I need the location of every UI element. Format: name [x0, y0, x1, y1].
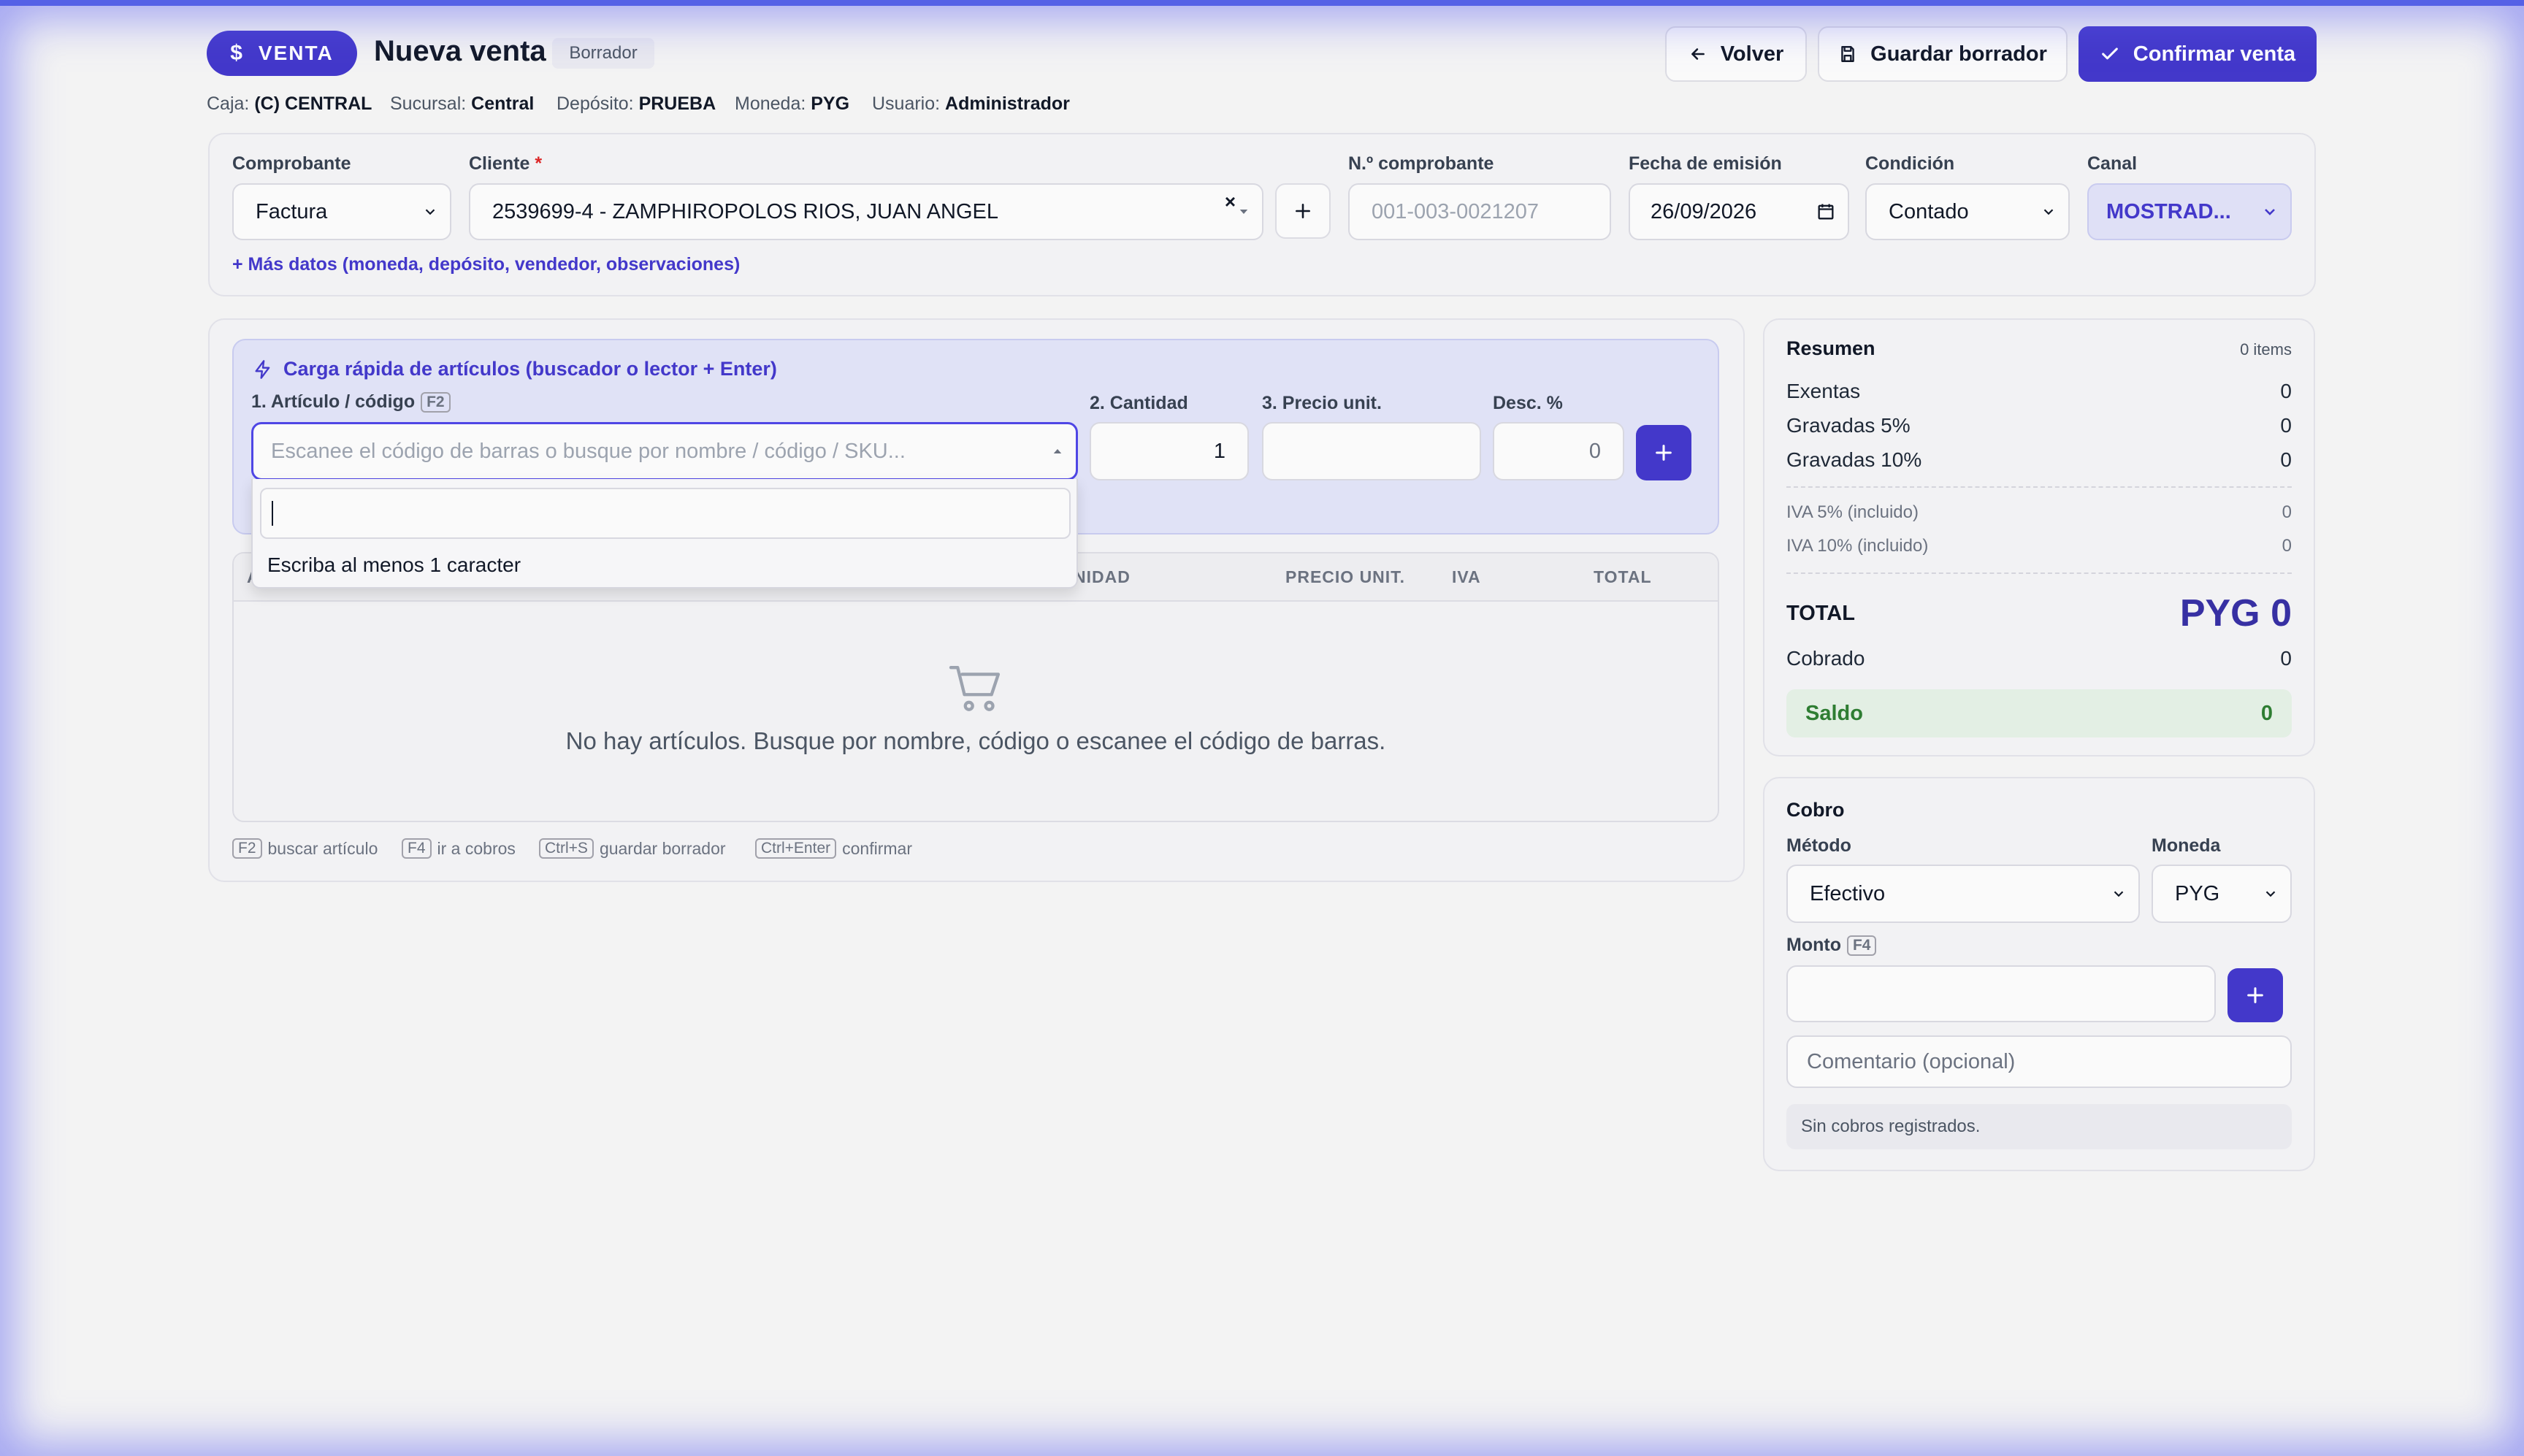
- meta-moneda: Moneda: PYG: [735, 93, 850, 114]
- chevron-down-icon: [2114, 891, 2124, 897]
- chevron-down-icon: [2265, 209, 2275, 215]
- chevron-down-icon: [2265, 891, 2276, 897]
- meta-deposito: Depósito: PRUEBA: [557, 93, 716, 114]
- monto-input[interactable]: [1786, 965, 2216, 1022]
- lightning-icon: [255, 359, 270, 379]
- check-icon: [2101, 47, 2118, 60]
- cantidad-label: 2. Cantidad: [1090, 393, 1188, 413]
- meta-caja: Caja: (C) CENTRAL: [207, 93, 372, 114]
- clear-icon[interactable]: ×: [1225, 191, 1236, 213]
- back-button[interactable]: Volver: [1665, 26, 1807, 82]
- summary-row-exentas: Exentas 0: [1786, 380, 2292, 402]
- precio-input[interactable]: [1262, 422, 1481, 480]
- kbd-f4: F4: [1846, 935, 1877, 956]
- canal-select[interactable]: MOSTRAD...: [2087, 183, 2292, 240]
- saldo-label: Saldo: [1805, 701, 1863, 725]
- back-label: Volver: [1720, 42, 1784, 66]
- more-data-link[interactable]: + Más datos (moneda, depósito, vendedor,…: [232, 254, 740, 275]
- article-dropdown-search-input[interactable]: [260, 488, 1071, 539]
- moneda-label: Moneda: [2152, 835, 2221, 856]
- th-cantidad: NIDAD: [1074, 567, 1131, 586]
- confirm-sale-label: Confirmar venta: [2133, 42, 2296, 66]
- summary-total-row: TOTAL PYG 0: [1786, 591, 2292, 635]
- payment-title: Cobro: [1786, 799, 1845, 821]
- quick-load-title: Carga rápida de artículos (buscador o le…: [253, 358, 777, 380]
- monto-label: Monto F4: [1786, 935, 1877, 956]
- summary-row-iva10: IVA 10% (incluido) 0: [1786, 536, 2292, 556]
- comprobante-select[interactable]: Factura: [232, 183, 451, 240]
- add-article-button[interactable]: [1636, 425, 1691, 480]
- summary-divider: [1786, 572, 2292, 574]
- fecha-label: Fecha de emisión: [1629, 153, 1782, 174]
- dropdown-message: Escriba al menos 1 caracter: [267, 553, 521, 576]
- caret-up-icon: [1053, 449, 1062, 453]
- summary-divider: [1786, 486, 2292, 488]
- cart-icon: [949, 666, 1001, 711]
- comprobante-label: Comprobante: [232, 153, 351, 174]
- sale-type-label: VENTA: [258, 42, 334, 64]
- dollar-icon: $: [230, 41, 244, 65]
- plus-icon: [2247, 987, 2263, 1003]
- articulo-label: 1. Artículo / código F2: [251, 391, 451, 413]
- cantidad-input[interactable]: 1: [1090, 422, 1249, 480]
- th-iva: IVA: [1452, 567, 1481, 586]
- shortcut-ctrl-s: Ctrl+S guardar borrador: [539, 838, 726, 859]
- total-value: PYG 0: [2179, 592, 2292, 635]
- add-client-button[interactable]: [1275, 183, 1331, 239]
- precio-label: 3. Precio unit.: [1262, 393, 1382, 413]
- add-payment-button[interactable]: [2227, 968, 2283, 1022]
- summary-row-gravadas10: Gravadas 10% 0: [1786, 448, 2292, 471]
- metodo-select[interactable]: Efectivo: [1786, 865, 2140, 923]
- chevron-down-icon: [425, 209, 435, 215]
- fecha-input[interactable]: 26/09/2026: [1629, 183, 1849, 240]
- calendar-icon[interactable]: [1816, 202, 1836, 222]
- no-payments-message: Sin cobros registrados.: [1786, 1104, 2292, 1149]
- kbd-f2: F2: [421, 391, 451, 413]
- shortcut-f4: F4 ir a cobros: [402, 838, 516, 859]
- th-total: TOTAL: [1594, 567, 1652, 586]
- desc-input[interactable]: 0: [1493, 422, 1624, 480]
- summary-row-cobrado: Cobrado 0: [1786, 647, 2292, 670]
- shortcut-ctrl-enter: Ctrl+Enter confirmar: [755, 838, 912, 859]
- summary-row-iva5: IVA 5% (incluido) 0: [1786, 502, 2292, 522]
- save-draft-label: Guardar borrador: [1870, 42, 2047, 66]
- condicion-label: Condición: [1865, 153, 1955, 174]
- sale-type-badge: $ VENTA: [207, 31, 357, 76]
- plus-icon: [1296, 204, 1310, 218]
- meta-sucursal: Sucursal: Central: [390, 93, 535, 114]
- cliente-select[interactable]: 2539699-4 - ZAMPHIROPOLOS RIOS, JUAN ANG…: [469, 183, 1263, 240]
- save-draft-button[interactable]: Guardar borrador: [1818, 26, 2068, 82]
- metodo-label: Método: [1786, 835, 1851, 856]
- comment-input[interactable]: Comentario (opcional): [1786, 1035, 2292, 1088]
- summary-items-count: 0 items: [2240, 340, 2292, 359]
- meta-usuario: Usuario: Administrador: [872, 93, 1070, 114]
- saldo-value: 0: [2260, 701, 2273, 725]
- nro-comprobante-label: N.º comprobante: [1348, 153, 1494, 174]
- desc-label: Desc. %: [1493, 393, 1563, 413]
- nro-comprobante-input[interactable]: 001-003-0021207: [1348, 183, 1611, 240]
- condicion-select[interactable]: Contado: [1865, 183, 2070, 240]
- empty-items-message: No hay artículos. Busque por nombre, cód…: [565, 727, 1386, 754]
- summary-row-gravadas5: Gravadas 5% 0: [1786, 414, 2292, 437]
- canal-label: Canal: [2087, 153, 2138, 174]
- th-precio: PRECIO UNIT.: [1285, 567, 1406, 586]
- cliente-label: Cliente *: [469, 153, 543, 174]
- summary-title: Resumen: [1786, 337, 1875, 359]
- article-search-select[interactable]: Escanee el código de barras o busque por…: [251, 422, 1078, 480]
- status-badge: Borrador: [552, 38, 654, 69]
- save-icon: [1841, 46, 1854, 62]
- chevron-down-icon: [2043, 209, 2054, 215]
- plus-icon: [1656, 445, 1672, 461]
- arrow-left-icon: [1691, 48, 1705, 60]
- saldo-box: Saldo 0: [1786, 689, 2292, 737]
- total-label: TOTAL: [1786, 601, 1855, 625]
- caret-down-icon: [1239, 210, 1248, 214]
- confirm-sale-button[interactable]: Confirmar venta: [2079, 26, 2317, 82]
- moneda-select[interactable]: PYG: [2152, 865, 2292, 923]
- page-title: Nueva venta: [374, 35, 546, 67]
- shortcut-f2: F2 buscar artículo: [232, 838, 378, 859]
